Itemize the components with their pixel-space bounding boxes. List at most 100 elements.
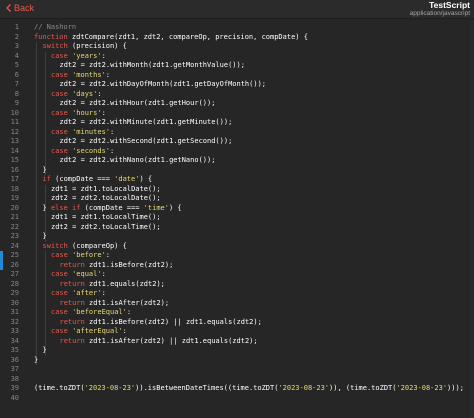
line-number: 36 <box>10 355 19 364</box>
code-line[interactable]: 26 return zdt1.isBefore(zdt2); <box>0 261 474 271</box>
string-token: 'time' <box>143 203 169 212</box>
keyword-token: return <box>59 336 85 345</box>
code-line[interactable]: 16} <box>0 166 474 176</box>
code-token: zdt2 = zdt2.withMonth(zdt1.getMonthValue… <box>59 61 245 69</box>
code-line[interactable]: 5 zdt2 = zdt2.withMonth(zdt1.getMonthValu… <box>0 61 474 71</box>
code-token: : <box>105 251 111 259</box>
string-token: 'beforeEqual' <box>72 308 127 316</box>
line-number: 16 <box>10 165 19 174</box>
code-line[interactable]: 19 zdt2 = zdt2.toLocalDate(); <box>0 194 474 204</box>
editor-scrollbar[interactable] <box>470 20 474 418</box>
code-line[interactable]: 15 zdt2 = zdt2.withNano(zdt1.getNano()); <box>0 156 474 166</box>
code-token: zdt2 = zdt2.toLocalTime(); <box>51 222 161 231</box>
code-line[interactable]: 23} <box>0 232 474 242</box>
code-line[interactable]: 36} <box>0 356 474 366</box>
code-line[interactable]: 30 return zdt1.isAfter(zdt2); <box>0 299 474 309</box>
code-line[interactable]: 38 <box>0 375 474 385</box>
code-token: : <box>105 70 111 79</box>
keyword-token: else if <box>50 203 81 212</box>
line-number: 38 <box>10 374 19 383</box>
line-number: 35 <box>10 346 19 354</box>
code-text: case 'years': <box>51 52 106 62</box>
code-text: zdt2 = zdt2.toLocalTime(); <box>51 223 161 233</box>
code-token: : <box>101 270 106 278</box>
code-line[interactable]: 21 zdt1 = zdt1.toLocalTime(); <box>0 213 474 223</box>
code-editor[interactable]: 1 // Nashorn 2 function zdtCompare(zdt1, zd… <box>0 20 474 418</box>
code-line[interactable]: 24 switch (compareOp) { <box>0 242 474 252</box>
code-text: // Nashorn <box>34 23 76 33</box>
code-line[interactable]: 37 <box>0 365 474 375</box>
code-token: ) { <box>168 203 182 212</box>
string-token: 'date' <box>114 175 140 183</box>
line-number: 18 <box>10 184 19 193</box>
code-token: zdtCompare(zdt1, zdt2, compareOp, precis… <box>67 32 308 41</box>
code-text: case 'afterEqual': <box>51 327 127 337</box>
code-line[interactable]: 20} else if (compDate === 'time') { <box>0 204 474 214</box>
code-line[interactable]: 14 case 'seconds': <box>0 147 474 157</box>
code-line[interactable]: 1 // Nashorn <box>0 23 474 33</box>
back-button[interactable]: Back <box>6 3 34 13</box>
code-line[interactable]: 9 zdt2 = zdt2.withHour(zdt1.getHour()); <box>0 99 474 109</box>
keyword-token: if <box>42 175 51 183</box>
line-number: 2 <box>14 32 19 41</box>
line-number: 39 <box>10 384 19 392</box>
code-line[interactable]: 27 case 'equal': <box>0 270 474 280</box>
line-number: 7 <box>14 80 19 88</box>
code-line[interactable]: 40 <box>0 394 474 404</box>
code-line[interactable]: 8 case 'days': <box>0 90 474 100</box>
code-text: function zdtCompare(zdt1, zdt2, compareO… <box>34 33 308 43</box>
code-line[interactable]: 35} <box>0 346 474 356</box>
code-token: } <box>42 203 51 212</box>
code-line[interactable]: 11 zdt2 = zdt2.withMinute(zdt1.getMinute(… <box>0 118 474 128</box>
line-number: 14 <box>10 146 19 155</box>
code-line[interactable]: 18 zdt1 = zdt1.toLocalDate(); <box>0 185 474 195</box>
string-token: '2023-08-23' <box>84 384 136 392</box>
code-token: (precision) { <box>67 42 127 50</box>
code-line[interactable]: 2 function zdtCompare(zdt1, zdt2, compare… <box>0 33 474 43</box>
code-line[interactable]: 39 (time.toZDT('2023-08-23')).isBetweenDa… <box>0 384 474 394</box>
comment-token: // Nashorn <box>34 23 77 31</box>
line-number: 33 <box>10 327 19 335</box>
code-token: ))); <box>447 384 464 392</box>
keyword-token: return <box>59 279 85 288</box>
keyword-token: switch <box>42 241 68 250</box>
code-token: )).isBetweenDateTimes((time.toZDT( <box>135 384 279 392</box>
code-line[interactable]: 33 case 'afterEqual': <box>0 327 474 337</box>
code-token: } <box>42 165 47 174</box>
code-token: zdt1 = zdt1.toLocalDate(); <box>51 184 161 193</box>
code-token: : <box>122 327 127 335</box>
line-number: 5 <box>14 61 19 69</box>
code-line[interactable]: 6 case 'months': <box>0 71 474 81</box>
string-token: 'after' <box>72 289 102 297</box>
code-line[interactable]: 28 return zdt1.equals(zdt2); <box>0 280 474 290</box>
code-line[interactable]: 7 zdt2 = zdt2.withDayOfMonth(zdt1.getDayO… <box>0 80 474 90</box>
chevron-left-icon <box>6 4 11 12</box>
line-number: 31 <box>10 308 19 316</box>
code-line[interactable]: 12 case 'minutes': <box>0 128 474 138</box>
code-line[interactable]: 13 zdt2 = zdt2.withSecond(zdt1.getSecond(… <box>0 137 474 147</box>
code-line[interactable]: 25 case 'before': <box>0 251 474 261</box>
code-token: : <box>101 51 106 60</box>
string-token: 'afterEqual' <box>72 327 123 335</box>
code-line[interactable]: 32 return zdt1.isBefore(zdt2) || zdt1.equ… <box>0 318 474 328</box>
code-line[interactable]: 17 if (compDate === 'date') { <box>0 175 474 185</box>
line-number: 20 <box>10 203 19 212</box>
line-number: 4 <box>14 51 19 60</box>
keyword-token: case <box>51 251 68 259</box>
code-line[interactable]: 29 case 'after': <box>0 289 474 299</box>
code-token: (time.toZDT( <box>34 384 85 392</box>
code-line[interactable]: 22 zdt2 = zdt2.toLocalTime(); <box>0 223 474 233</box>
line-number: 11 <box>10 118 19 126</box>
string-token: 'equal' <box>72 270 102 278</box>
line-number: 27 <box>10 270 19 278</box>
code-line[interactable]: 3 switch (precision) { <box>0 42 474 52</box>
code-line[interactable]: 4 case 'years': <box>0 52 474 62</box>
code-line[interactable]: 10 case 'hours': <box>0 109 474 119</box>
line-number: 29 <box>10 289 19 297</box>
code-line[interactable]: 31 case 'beforeEqual': <box>0 308 474 318</box>
code-text: zdt1 = zdt1.toLocalTime(); <box>51 213 161 223</box>
code-line[interactable]: 34 return zdt1.isAfter(zdt2) || zdt1.equa… <box>0 337 474 347</box>
string-token: 'before' <box>72 251 106 259</box>
string-token: 'hours' <box>72 108 102 117</box>
keyword-token: return <box>59 298 85 307</box>
